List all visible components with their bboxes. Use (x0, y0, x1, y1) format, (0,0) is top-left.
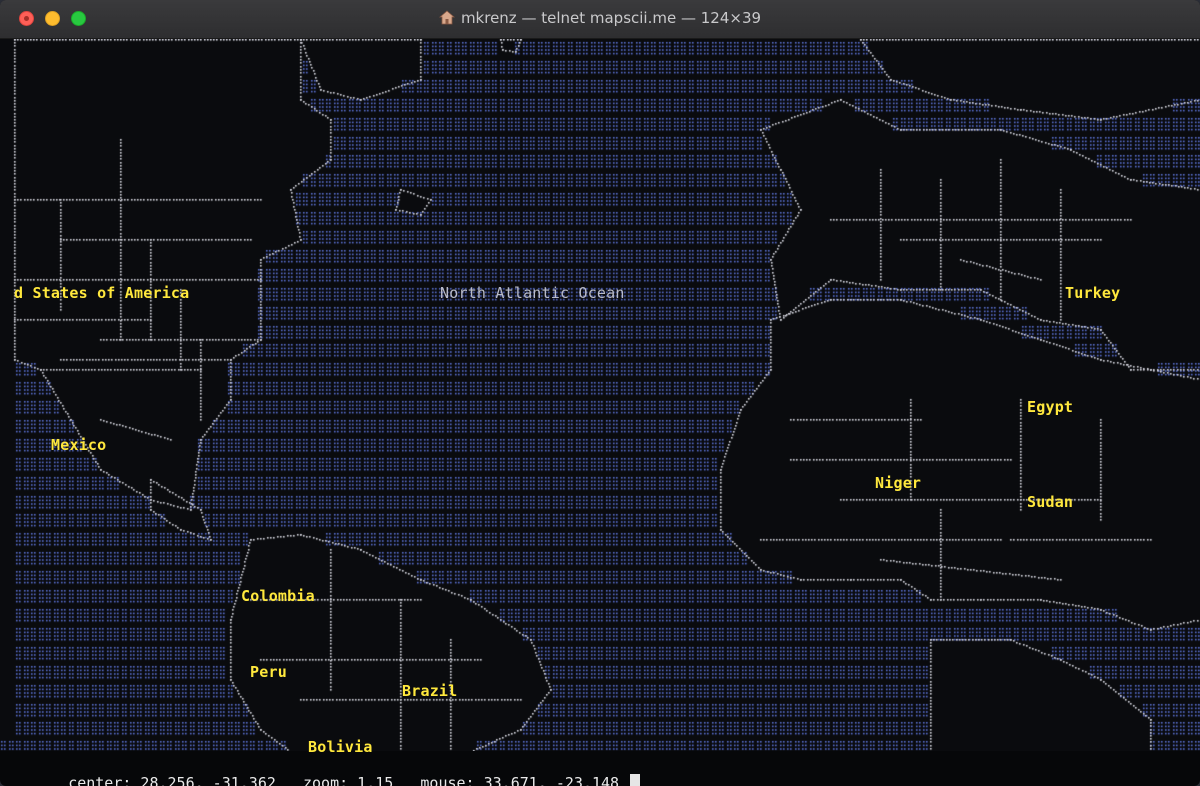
status-bar: center: 28.256, -31.362 zoom: 1.15 mouse… (14, 756, 641, 786)
label-sudan: Sudan (1027, 493, 1074, 511)
label-usa: d States of America (14, 284, 190, 302)
terminal-cursor (630, 774, 641, 786)
label-egypt: Egypt (1027, 398, 1074, 416)
terminal-content[interactable]: d States of America North Atlantic Ocean… (0, 39, 1200, 786)
label-colombia: Colombia (241, 587, 315, 605)
label-bolivia: Bolivia (308, 738, 373, 756)
label-north-atlantic-ocean: North Atlantic Ocean (440, 284, 625, 302)
zoom-readout: zoom: 1.15 (303, 774, 394, 786)
label-turkey: Turkey (1065, 284, 1121, 302)
terminal-window: mkrenz — telnet mapscii.me — 124×39 d St… (0, 0, 1200, 786)
mouse-readout: mouse: 33.671, -23.148 (420, 774, 620, 786)
center-readout: center: 28.256, -31.362 (68, 774, 276, 786)
home-icon (438, 10, 456, 29)
label-mexico: Mexico (51, 436, 107, 454)
window-title-container: mkrenz — telnet mapscii.me — 124×39 (0, 9, 1200, 29)
label-peru: Peru (250, 663, 287, 681)
title-bar[interactable]: mkrenz — telnet mapscii.me — 124×39 (0, 0, 1200, 39)
window-title: mkrenz — telnet mapscii.me — 124×39 (460, 9, 762, 27)
label-brazil: Brazil (402, 682, 458, 700)
label-niger: Niger (875, 474, 922, 492)
ascii-world-map[interactable] (0, 39, 1200, 751)
